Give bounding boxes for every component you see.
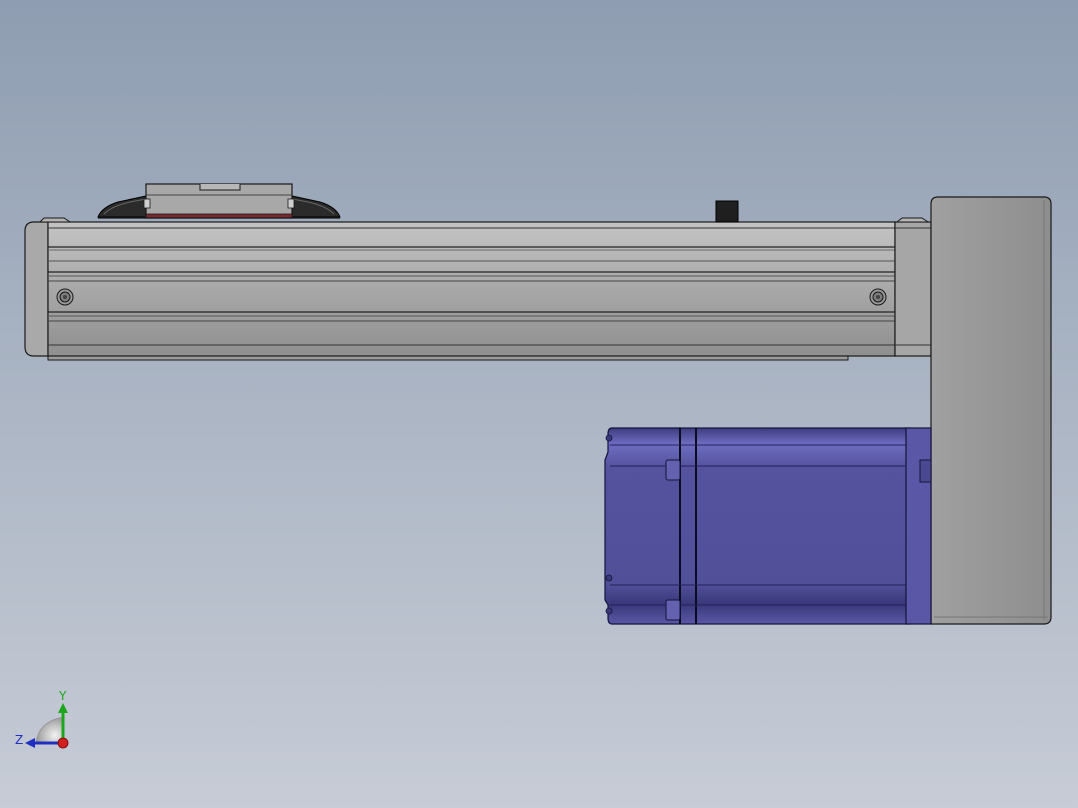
y-axis-arrow-icon xyxy=(58,703,68,713)
motor-body xyxy=(679,427,911,625)
rail-extrusion xyxy=(47,221,896,357)
motor-mount-plate[interactable] xyxy=(930,196,1052,625)
model-view[interactable]: Y Z xyxy=(0,0,1078,808)
z-axis-label: Z xyxy=(15,733,23,747)
screw-right xyxy=(869,288,887,306)
screw-left xyxy=(56,288,74,306)
carriage-right-cap xyxy=(287,195,341,218)
rail-left-end-cap xyxy=(24,221,49,357)
z-axis-arrow-icon xyxy=(25,738,35,748)
carriage-left-cap xyxy=(97,195,151,218)
carriage[interactable] xyxy=(97,183,341,219)
motor-rear-cap xyxy=(604,427,681,625)
view-triad[interactable]: Y Z xyxy=(15,689,69,749)
y-axis-label: Y xyxy=(58,689,67,703)
motor-front-flange xyxy=(905,427,932,625)
rail-right-end-block xyxy=(894,221,932,357)
linear-rail[interactable] xyxy=(24,200,932,361)
stepper-motor[interactable] xyxy=(604,427,932,625)
limit-sensor xyxy=(715,200,739,223)
triad-plane-icon xyxy=(35,716,64,744)
x-axis-dot-icon xyxy=(57,737,69,749)
graphics-viewport[interactable]: Y Z xyxy=(0,0,1078,808)
